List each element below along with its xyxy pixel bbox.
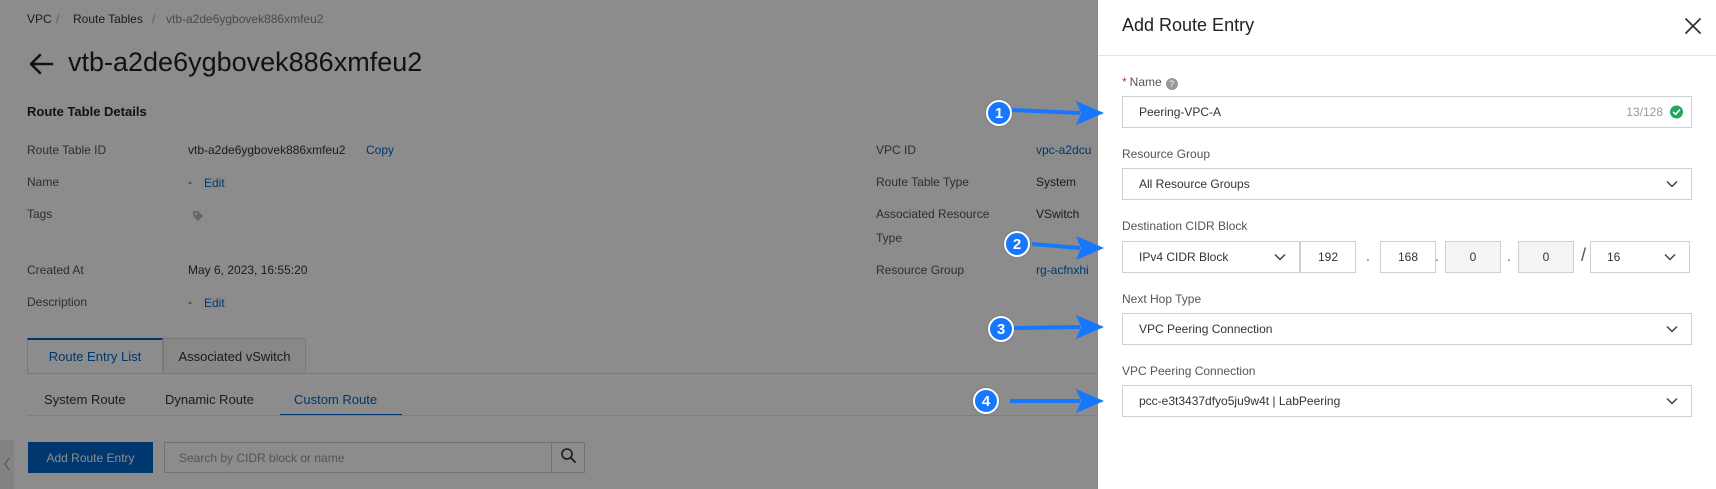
cidr-octet-4-value: 0 bbox=[1542, 250, 1550, 264]
chevron-down-icon bbox=[1273, 250, 1287, 264]
valid-check-icon bbox=[1670, 105, 1683, 119]
modal-overlay[interactable] bbox=[0, 0, 1098, 489]
close-icon[interactable] bbox=[1682, 15, 1704, 37]
octet-separator: . bbox=[1366, 248, 1370, 264]
name-input-value: Peering-VPC-A bbox=[1139, 105, 1222, 119]
name-char-count: 13/128 bbox=[1626, 105, 1663, 119]
vpc-peering-connection-label: VPC Peering Connection bbox=[1122, 364, 1256, 378]
chevron-down-icon bbox=[1665, 322, 1679, 336]
next-hop-type-label: Next Hop Type bbox=[1122, 292, 1202, 306]
octet-separator: . bbox=[1435, 248, 1439, 264]
prefix-length-value: 16 bbox=[1607, 250, 1621, 264]
cidr-type-value: IPv4 CIDR Block bbox=[1139, 250, 1229, 264]
resource-group-select[interactable]: All Resource Groups bbox=[1122, 168, 1692, 200]
chevron-down-icon bbox=[1665, 177, 1679, 191]
cidr-octet-3-value: 0 bbox=[1469, 250, 1477, 264]
name-label-text: Name bbox=[1129, 75, 1162, 89]
cidr-type-select[interactable]: IPv4 CIDR Block bbox=[1122, 241, 1300, 273]
resource-group-select-value: All Resource Groups bbox=[1139, 177, 1250, 191]
drawer-header: Add Route Entry bbox=[1098, 0, 1716, 56]
callout-badge-4: 4 bbox=[973, 388, 999, 414]
cidr-octet-2-value: 168 bbox=[1397, 250, 1419, 264]
required-mark: * bbox=[1122, 75, 1127, 89]
help-icon[interactable]: ? bbox=[1165, 78, 1178, 90]
cidr-octet-4-input[interactable]: 0 bbox=[1518, 241, 1574, 273]
callout-badge-3: 3 bbox=[988, 316, 1014, 342]
chevron-down-icon bbox=[1663, 250, 1677, 264]
cidr-octet-2-input[interactable]: 168 bbox=[1380, 241, 1436, 273]
prefix-length-select[interactable]: 16 bbox=[1590, 241, 1690, 273]
cidr-octet-1-value: 192 bbox=[1317, 250, 1339, 264]
drawer-title: Add Route Entry bbox=[1122, 15, 1255, 35]
name-field-label: * Name? bbox=[1122, 75, 1178, 90]
add-route-entry-drawer: Add Route Entry * Name? Peering-VPC-A 13/… bbox=[1098, 0, 1716, 489]
cidr-octet-3-input[interactable]: 0 bbox=[1445, 241, 1501, 273]
resource-group-field-label: Resource Group bbox=[1122, 147, 1211, 161]
next-hop-type-select[interactable]: VPC Peering Connection bbox=[1122, 313, 1692, 345]
chevron-down-icon bbox=[1665, 394, 1679, 408]
prefix-separator: / bbox=[1581, 245, 1587, 265]
cidr-octet-1-input[interactable]: 192 bbox=[1300, 241, 1356, 273]
vpc-peering-connection-select[interactable]: pcc-e3t3437dfyo5ju9w4t | LabPeering bbox=[1122, 385, 1692, 417]
vpc-peering-connection-value: pcc-e3t3437dfyo5ju9w4t | LabPeering bbox=[1139, 394, 1341, 408]
callout-badge-2: 2 bbox=[1004, 231, 1030, 257]
callout-badge-1: 1 bbox=[986, 100, 1012, 126]
destination-cidr-label: Destination CIDR Block bbox=[1122, 219, 1248, 233]
next-hop-type-value: VPC Peering Connection bbox=[1139, 322, 1273, 336]
name-input[interactable]: Peering-VPC-A 13/128 bbox=[1122, 96, 1692, 128]
octet-separator: . bbox=[1507, 248, 1511, 264]
